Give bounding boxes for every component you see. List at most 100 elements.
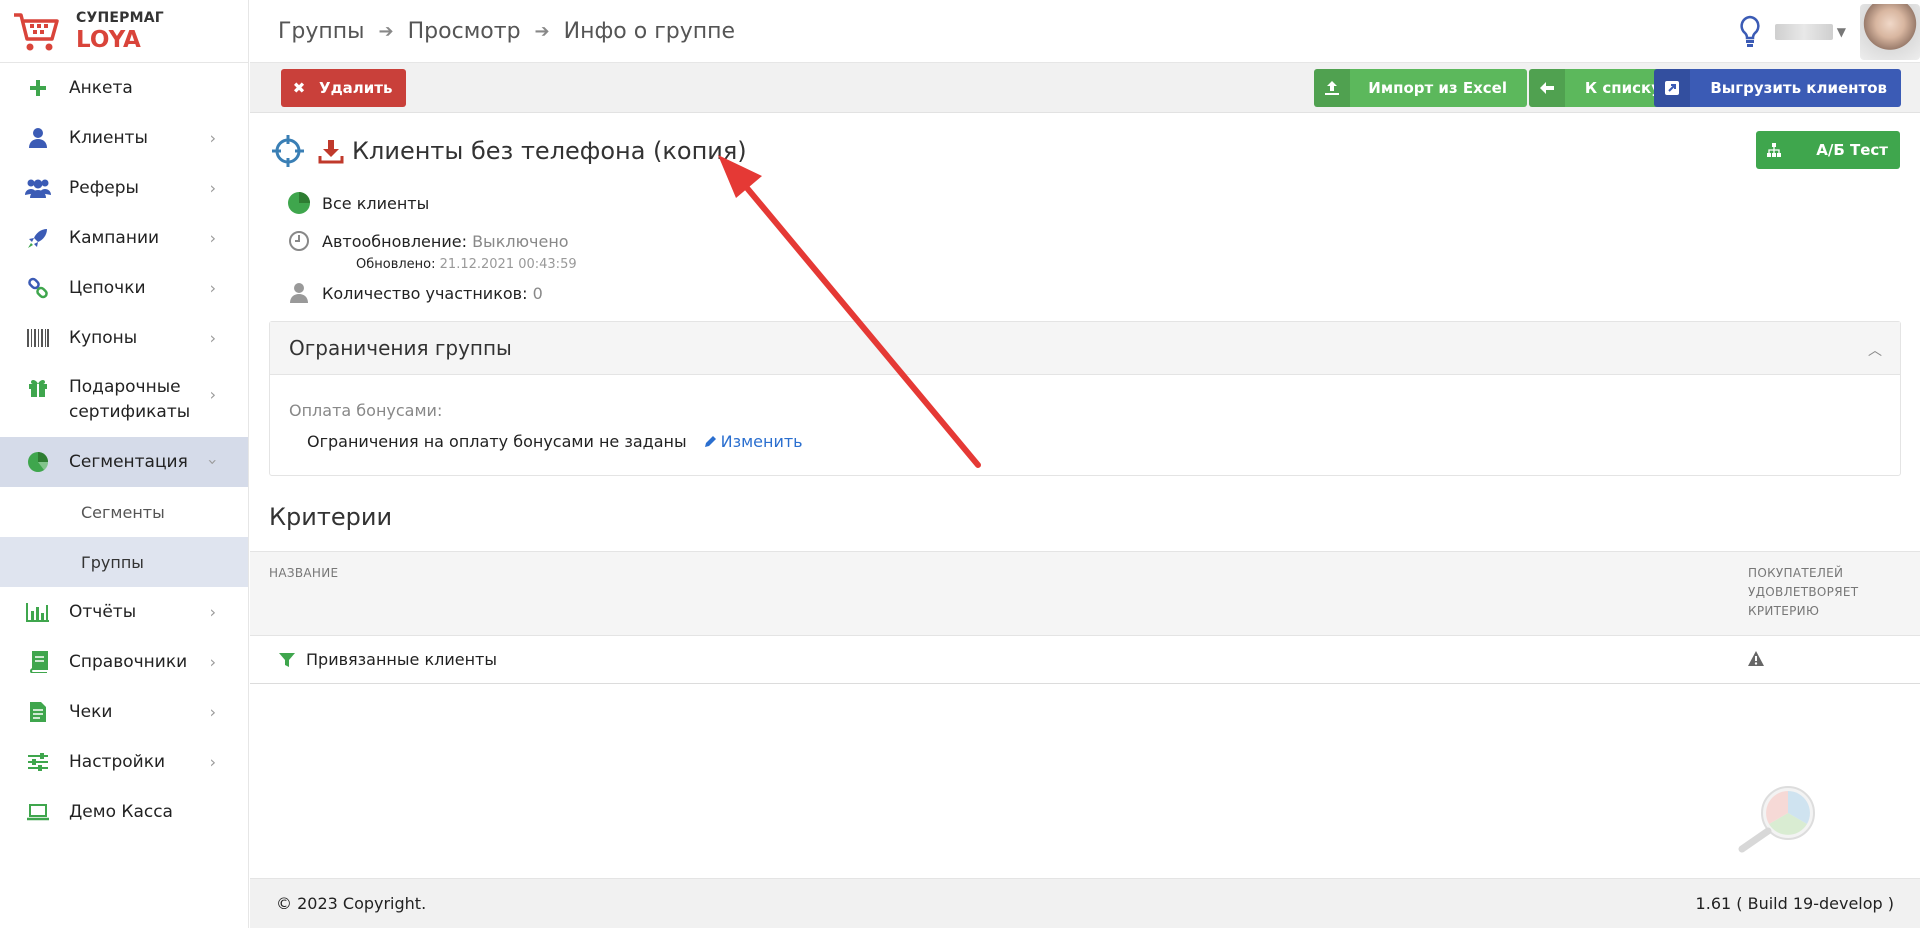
sidebar-item-segmentation[interactable]: Сегментация › — [0, 437, 248, 487]
breadcrumb: Группы ➔ Просмотр ➔ Инфо о группе — [278, 19, 735, 44]
to-list-button[interactable]: К списку — [1528, 69, 1675, 107]
external-link-icon — [1654, 69, 1691, 107]
updated-value: 21.12.2021 00:43:59 — [439, 257, 577, 272]
sidebar-item-receipts[interactable]: Чеки › — [0, 687, 248, 737]
members-row: Количество участников: 0 — [286, 280, 543, 306]
criterion-name: Привязанные клиенты — [306, 650, 497, 669]
gift-icon — [24, 375, 52, 399]
sidebar-item-clients[interactable]: Клиенты › — [0, 113, 248, 163]
sidebar-subitem-label: Группы — [81, 552, 144, 572]
chevron-right-icon: › — [209, 385, 216, 404]
breadcrumb-item-view[interactable]: Просмотр — [408, 19, 521, 44]
chain-icon — [24, 276, 52, 300]
book-icon — [24, 650, 52, 674]
sidebar-item-settings[interactable]: Настройки › — [0, 737, 248, 787]
sidebar: СУПЕРМАГ LOYA Анкета Клиенты › Реферы › … — [0, 0, 249, 928]
edit-limits-link[interactable]: Изменить — [703, 432, 803, 451]
avatar[interactable] — [1860, 3, 1920, 60]
autoupdate-row: Автообновление: Выключено — [286, 228, 569, 254]
brand-logo[interactable]: СУПЕРМАГ LOYA — [0, 0, 248, 63]
sidebar-item-referrers[interactable]: Реферы › — [0, 163, 248, 213]
sidebar-item-chains[interactable]: Цепочки › — [0, 263, 248, 313]
table-row[interactable]: Привязанные клиенты — [250, 636, 1920, 684]
sidebar-item-reports[interactable]: Отчёты › — [0, 587, 248, 637]
pie-chart-icon — [286, 190, 312, 216]
plus-icon — [24, 76, 52, 100]
delete-button[interactable]: ✖ Удалить — [281, 69, 407, 107]
crosshair-icon — [272, 135, 304, 167]
sidebar-subitem-segments[interactable]: Сегменты — [0, 487, 248, 537]
sidebar-item-campaigns[interactable]: Кампании › — [0, 213, 248, 263]
download-icon[interactable] — [318, 138, 344, 164]
brand-product: LOYA — [76, 26, 141, 53]
sidebar-item-label: Сегментация — [69, 451, 188, 472]
bonus-payment-label: Оплата бонусами: — [289, 401, 443, 420]
breadcrumb-item-groups[interactable]: Группы — [278, 19, 365, 44]
sidebar-item-directories[interactable]: Справочники › — [0, 637, 248, 687]
upload-icon — [1314, 69, 1351, 107]
page-title: Клиенты без телефона (копия) — [352, 137, 747, 165]
ab-test-label: А/Б Тест — [1816, 141, 1888, 159]
sidebar-item-demo-cashdesk[interactable]: Демо Касса — [0, 787, 248, 837]
import-excel-label: Импорт из Excel — [1368, 79, 1507, 97]
sidebar-item-label: Кампании — [69, 227, 160, 248]
chevron-right-icon: › — [209, 602, 216, 622]
sidebar-menu: Анкета Клиенты › Реферы › Кампании › Цеп… — [0, 63, 248, 837]
sidebar-item-label: Клиенты — [69, 127, 148, 148]
sidebar-item-gift-certificates[interactable]: Подарочные сертификаты › — [0, 363, 248, 437]
column-header-name: НАЗВАНИЕ — [269, 566, 339, 580]
warning-icon — [1748, 651, 1764, 666]
arrow-right-icon: ➔ — [534, 20, 550, 42]
main-content: Клиенты без телефона (копия) А/Б Тест Вс… — [250, 113, 1920, 878]
criteria-title: Критерии — [269, 503, 393, 531]
group-limits-header[interactable]: Ограничения группы ︿ — [270, 322, 1900, 375]
user-icon — [286, 280, 312, 306]
username-blurred[interactable] — [1774, 23, 1833, 40]
updated-label: Обновлено: — [356, 257, 436, 272]
pie-icon — [24, 450, 52, 474]
chevron-right-icon: › — [209, 702, 216, 722]
sidebar-item-label: Подарочные сертификаты — [69, 377, 191, 422]
export-clients-button[interactable]: Выгрузить клиентов — [1654, 69, 1901, 107]
chevron-right-icon: › — [209, 128, 216, 148]
loya-watermark-icon — [1738, 786, 1815, 853]
footer: © 2023 Copyright. 1.61 ( Build 19-develo… — [250, 878, 1920, 928]
sidebar-item-label: Демо Касса — [69, 801, 173, 822]
caret-down-icon[interactable]: ▼ — [1837, 25, 1846, 39]
top-header: Группы ➔ Просмотр ➔ Инфо о группе ▼ — [250, 0, 1920, 63]
users-icon — [24, 176, 52, 200]
bonus-limits-text: Ограничения на оплату бонусами не заданы — [307, 432, 687, 451]
chevron-right-icon: › — [209, 752, 216, 772]
ab-test-button[interactable]: А/Б Тест — [1756, 131, 1900, 169]
chevron-up-icon[interactable]: ︿ — [1868, 340, 1882, 360]
criteria-table: НАЗВАНИЕ ПОКУПАТЕЛЕЙ УДОВЛЕТВОРЯЕТ КРИТЕ… — [250, 551, 1920, 684]
panel-title: Ограничения группы — [289, 336, 512, 360]
sidebar-item-label: Отчёты — [69, 601, 137, 622]
sidebar-item-label: Чеки — [69, 701, 113, 722]
clock-icon — [286, 228, 312, 254]
sidebar-item-anketa[interactable]: Анкета — [0, 63, 248, 113]
bar-chart-icon — [24, 600, 52, 624]
version-text: 1.61 ( Build 19-develop ) — [1695, 894, 1894, 913]
sidebar-item-coupons[interactable]: Купоны › — [0, 313, 248, 363]
scope-row: Все клиенты — [286, 190, 429, 216]
sidebar-subitem-groups[interactable]: Группы — [0, 537, 248, 587]
group-header: Клиенты без телефона (копия) — [270, 133, 747, 169]
chevron-right-icon: › — [209, 328, 216, 348]
lightbulb-icon[interactable] — [1737, 15, 1763, 49]
autoupdate-value: Выключено — [472, 231, 569, 251]
autoupdate-label: Автообновление: — [322, 231, 467, 251]
cart-logo-icon — [14, 13, 59, 51]
arrow-left-icon — [1528, 69, 1565, 107]
close-icon: ✖ — [292, 79, 306, 97]
copyright-text: © 2023 Copyright. — [276, 894, 427, 913]
chevron-right-icon: › — [209, 178, 216, 198]
action-toolbar: ✖ Удалить Импорт из Excel К списку Выгру… — [250, 63, 1920, 113]
user-area: ▼ — [1737, 0, 1920, 63]
arrow-right-icon: ➔ — [378, 20, 394, 42]
group-limits-panel: Ограничения группы ︿ Оплата бонусами: Ог… — [269, 321, 1901, 476]
import-excel-button[interactable]: Импорт из Excel — [1314, 69, 1527, 107]
sidebar-item-label: Анкета — [69, 77, 133, 98]
members-value: 0 — [532, 283, 543, 303]
table-header: НАЗВАНИЕ ПОКУПАТЕЛЕЙ УДОВЛЕТВОРЯЕТ КРИТЕ… — [250, 551, 1920, 636]
